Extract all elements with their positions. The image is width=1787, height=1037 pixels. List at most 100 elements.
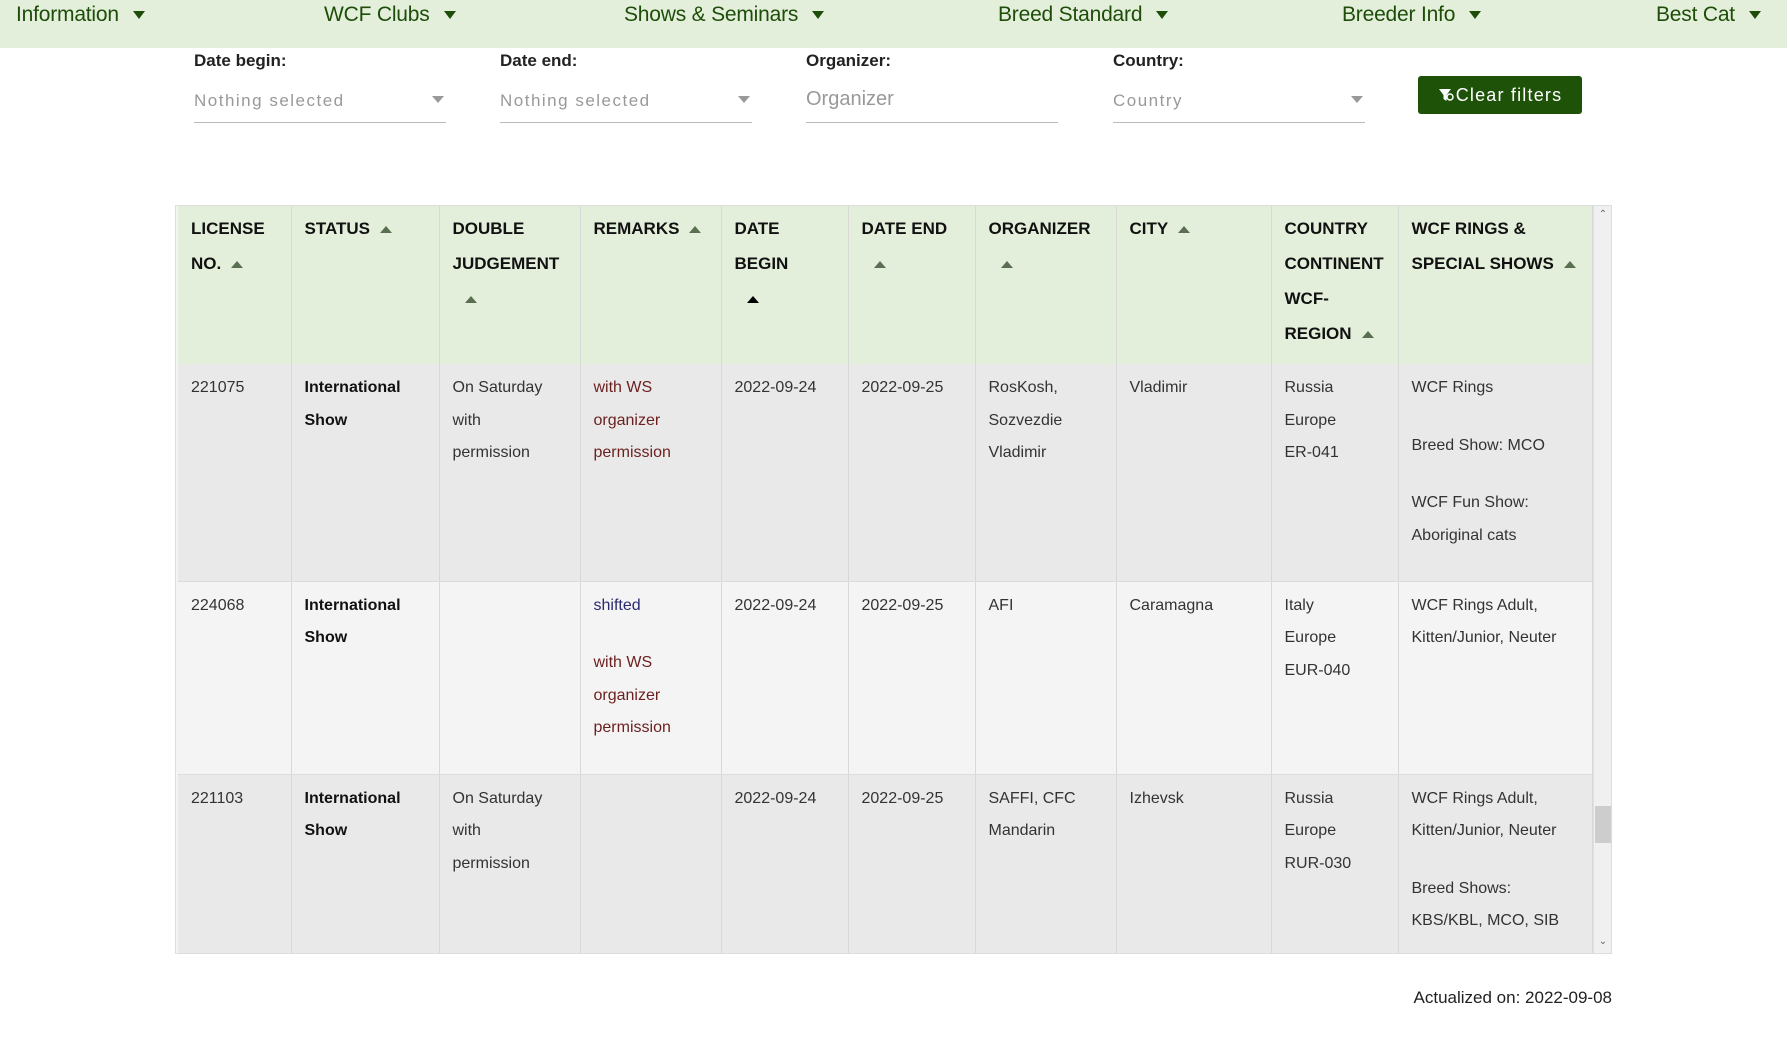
table-row: 224068 International Show shifted with WS org… (178, 581, 1593, 775)
clear-filters-button[interactable]: Clear filters (1418, 76, 1582, 114)
sort-ascending-icon[interactable] (1361, 331, 1374, 339)
column-header-text: REMARKS (593, 219, 680, 238)
ring-group: WCF Rings (1412, 372, 1579, 405)
column-header-status[interactable]: STATUS (291, 206, 440, 364)
double-judgement-cell: On Saturday with permission (439, 774, 581, 953)
rings-cell: WCF Rings Adult, Kitten/Junior, Neuter Bre… (1398, 774, 1593, 953)
shows-table-container: LICENSE NO. STATUS DOUBLE JUDGEMENT REMARKS DA… (175, 205, 1612, 954)
caret-down-icon (1469, 11, 1482, 19)
column-header-license-no[interactable]: LICENSE NO. (178, 206, 292, 364)
column-header-date-begin[interactable]: DATE BEGIN (721, 206, 849, 364)
column-header-date-end[interactable]: DATE END (848, 206, 976, 364)
caret-down-icon (812, 11, 825, 19)
cell-line: Breed Shows: (1411, 879, 1512, 897)
nav-item-best-cat[interactable]: Best Cat (1656, 0, 1761, 30)
scroll-up-icon[interactable]: ⌃ (1598, 210, 1608, 220)
cell-line: RosKosh, (988, 379, 1058, 396)
organizer-placeholder: Organizer (806, 88, 894, 110)
cell-line: permission (452, 444, 530, 461)
table-row: 221075 International Show On Saturday with pe… (178, 364, 1593, 582)
country-select[interactable]: Country (1113, 86, 1365, 123)
column-header-text: REGION (1284, 324, 1352, 343)
cell-line: On Saturday (452, 789, 543, 807)
remark: with WS organizer permission (594, 372, 708, 470)
city-cell: Vladimir (1116, 364, 1272, 582)
remarks-cell: shifted with WS organizer permission (580, 581, 722, 775)
sort-ascending-icon[interactable] (464, 296, 477, 304)
cell-line: SAFFI, CFC (988, 789, 1076, 807)
table-scrollbar[interactable]: ⌃ ⌄ (1593, 206, 1611, 953)
scrollbar-thumb[interactable] (1595, 806, 1611, 843)
cell-line: Vladimir (988, 444, 1047, 461)
city: Izhevsk (1129, 789, 1184, 807)
cell-line: Kitten/Junior, Neuter (1411, 822, 1557, 839)
column-header-double-judgement[interactable]: DOUBLE JUDGEMENT (439, 206, 581, 364)
ring-group: WCF Rings Adult, Kitten/Junior, Neuter (1412, 783, 1579, 848)
status-cell: International Show (291, 364, 440, 582)
organizer-label: Organizer: (806, 51, 892, 70)
cell-line: ER-041 (1284, 444, 1339, 461)
cell-line: Aboriginal cats (1411, 526, 1517, 544)
date-begin-select[interactable]: Nothing selected (194, 86, 446, 123)
cell-line: WCF Fun Show: (1411, 494, 1529, 511)
column-header-text: CONTINENT (1284, 254, 1384, 273)
cell-line: with (452, 822, 481, 839)
sort-ascending-icon[interactable] (689, 226, 702, 234)
sort-ascending-icon[interactable] (1563, 261, 1576, 269)
column-header-text: NO. (191, 254, 222, 273)
nav-item-wcf-clubs[interactable]: WCF Clubs (324, 0, 456, 30)
ring-group: Breed Show: MCO (1412, 430, 1579, 463)
column-header-text: ORGANIZER (988, 219, 1091, 238)
nav-item-label: Best Cat (1656, 3, 1735, 26)
date-end-label: Date end: (500, 51, 578, 70)
cell-line: organizer (593, 411, 661, 429)
nav-item-label: Information (16, 3, 119, 26)
country-filter: Country: Country (1113, 48, 1365, 123)
column-header-text: WCF- (1284, 289, 1329, 308)
column-header-text: SPECIAL SHOWS (1411, 254, 1554, 273)
organizer-cell: RosKosh, Sozvezdie Vladimir (975, 364, 1117, 582)
column-header-text: JUDGEMENT (452, 254, 560, 273)
sort-arrow-line (735, 281, 835, 316)
cell-line: Show (304, 411, 348, 429)
column-header-city[interactable]: CITY (1116, 206, 1272, 364)
sort-ascending-icon[interactable] (379, 226, 392, 234)
nav-item-label: Shows & Seminars (624, 3, 799, 26)
column-header-country-region[interactable]: COUNTRY CONTINENT WCF- REGION (1271, 206, 1399, 364)
column-header-text: LICENSE (191, 219, 265, 238)
cell-line: Breed Show: MCO (1411, 436, 1545, 454)
caret-down-icon (738, 96, 750, 103)
cell-line: permission (593, 444, 671, 461)
date-end-cell: 2022-09-25 (848, 364, 976, 582)
table-header-row: LICENSE NO. STATUS DOUBLE JUDGEMENT REMARKS DA… (178, 206, 1593, 364)
cell-line: WCF Rings Adult, (1411, 789, 1538, 807)
column-header-remarks[interactable]: REMARKS (580, 206, 722, 364)
cell-line: Europe (1284, 629, 1337, 646)
organizer-input[interactable]: Organizer (806, 86, 1058, 123)
cell-line: with WS (593, 379, 653, 396)
nav-item-information[interactable]: Information (16, 0, 145, 30)
column-header-organizer[interactable]: ORGANIZER (975, 206, 1117, 364)
sort-ascending-icon[interactable] (1000, 261, 1013, 269)
scroll-down-icon[interactable]: ⌄ (1598, 937, 1608, 947)
ring-group: WCF Rings Adult, Kitten/Junior, Neuter (1412, 590, 1579, 655)
country-cell: Italy Europe EUR-040 (1271, 581, 1399, 775)
date-end-filter: Date end: Nothing selected (500, 48, 752, 123)
date-end-select[interactable]: Nothing selected (500, 86, 752, 123)
cell-line: On Saturday (452, 379, 543, 396)
date-begin: 2022-09-24 (734, 789, 817, 807)
nav-item-shows-seminars[interactable]: Shows & Seminars (624, 0, 825, 30)
sort-ascending-icon[interactable] (231, 261, 244, 269)
date-begin-cell: 2022-09-24 (721, 364, 849, 582)
country-cell: Russia Europe ER-041 (1271, 364, 1399, 582)
nav-item-breeder-info[interactable]: Breeder Info (1342, 0, 1482, 30)
cell-line: KBS/KBL, MCO, SIB (1411, 912, 1560, 929)
country-cell: Russia Europe RUR-030 (1271, 774, 1399, 953)
sort-ascending-icon[interactable] (1178, 226, 1191, 234)
sort-ascending-icon[interactable] (746, 296, 759, 304)
nav-item-breed-standard[interactable]: Breed Standard (998, 0, 1169, 30)
column-header-wcf-rings[interactable]: WCF RINGS & SPECIAL SHOWS (1398, 206, 1593, 364)
sort-ascending-icon[interactable] (873, 261, 886, 269)
